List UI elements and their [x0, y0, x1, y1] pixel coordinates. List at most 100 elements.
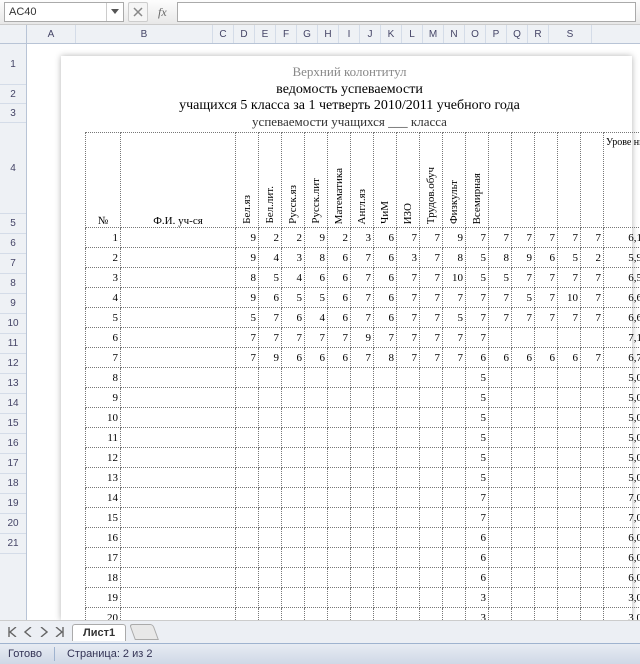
cell-grade[interactable]	[443, 528, 466, 548]
cell-grade[interactable]	[512, 448, 535, 468]
cell-grade[interactable]	[397, 528, 420, 548]
cell-grade[interactable]	[581, 488, 604, 508]
cell-grade[interactable]	[236, 428, 259, 448]
cell-grade[interactable]	[397, 568, 420, 588]
cell-grade[interactable]: 7	[489, 308, 512, 328]
cell-grade[interactable]: 6	[535, 348, 558, 368]
cell-grade[interactable]: 5	[259, 268, 282, 288]
cell-level[interactable]: 6,7	[604, 348, 640, 368]
cell-grade[interactable]: 2	[581, 248, 604, 268]
cell-grade[interactable]	[512, 408, 535, 428]
cell-grade[interactable]: 9	[443, 228, 466, 248]
row-header[interactable]: 6	[0, 234, 26, 254]
cell-name[interactable]	[121, 468, 236, 488]
cell-grade[interactable]	[351, 468, 374, 488]
cell-grade[interactable]	[443, 588, 466, 608]
cell-grade[interactable]	[512, 528, 535, 548]
tab-last-icon[interactable]	[52, 624, 68, 640]
row-header[interactable]: 15	[0, 414, 26, 434]
col-header[interactable]: M	[423, 25, 444, 43]
cell-grade[interactable]	[420, 548, 443, 568]
cell-grade[interactable]	[305, 528, 328, 548]
cell-grade[interactable]: 6	[328, 348, 351, 368]
row-header[interactable]: 17	[0, 454, 26, 474]
cell-grade[interactable]: 6	[466, 568, 489, 588]
cell-grade[interactable]	[236, 388, 259, 408]
cell-grade[interactable]	[535, 328, 558, 348]
cell-grade[interactable]	[374, 528, 397, 548]
cell-grade[interactable]	[305, 568, 328, 588]
cell-grade[interactable]: 6	[282, 348, 305, 368]
cell-grade[interactable]	[558, 468, 581, 488]
cell-grade[interactable]	[282, 368, 305, 388]
cell-grade[interactable]: 3	[466, 588, 489, 608]
cell-grade[interactable]: 7	[420, 288, 443, 308]
row-header[interactable]: 11	[0, 334, 26, 354]
cell-grade[interactable]	[512, 608, 535, 621]
cell-grade[interactable]	[259, 388, 282, 408]
cell-grade[interactable]	[581, 608, 604, 621]
cell-grade[interactable]: 6	[466, 528, 489, 548]
cell-grade[interactable]: 7	[466, 228, 489, 248]
cell-grade[interactable]: 7	[558, 268, 581, 288]
cell-level[interactable]: 6,6	[604, 308, 640, 328]
cell-grade[interactable]	[581, 588, 604, 608]
cell-grade[interactable]: 7	[420, 268, 443, 288]
cell-grade[interactable]	[374, 548, 397, 568]
cell-grade[interactable]: 6	[328, 308, 351, 328]
cell-grade[interactable]: 9	[236, 228, 259, 248]
cell-grade[interactable]	[259, 608, 282, 621]
cell-grade[interactable]: 9	[236, 288, 259, 308]
cell-grade[interactable]: 5	[466, 368, 489, 388]
cell-grade[interactable]	[374, 368, 397, 388]
col-header[interactable]: H	[318, 25, 339, 43]
cell-grade[interactable]: 10	[558, 288, 581, 308]
cell-grade[interactable]: 7	[259, 328, 282, 348]
cell-grade[interactable]: 7	[443, 288, 466, 308]
cell-grade[interactable]	[259, 528, 282, 548]
cell-grade[interactable]: 6	[328, 248, 351, 268]
cell-grade[interactable]	[259, 468, 282, 488]
cell-grade[interactable]	[328, 548, 351, 568]
grid-body[interactable]: Верхний колонтитул ведомость успеваемост…	[27, 44, 640, 620]
cell-grade[interactable]	[374, 508, 397, 528]
cell-grade[interactable]	[535, 568, 558, 588]
cell-name[interactable]	[121, 308, 236, 328]
cell-grade[interactable]: 9	[305, 228, 328, 248]
row-header[interactable]: 9	[0, 294, 26, 314]
cell-grade[interactable]	[489, 588, 512, 608]
cell-grade[interactable]	[512, 488, 535, 508]
cell-grade[interactable]	[305, 368, 328, 388]
cell-grade[interactable]	[397, 468, 420, 488]
col-header[interactable]: I	[339, 25, 360, 43]
cell-grade[interactable]: 5	[466, 388, 489, 408]
row-header[interactable]: 13	[0, 374, 26, 394]
cell-level[interactable]: 5,0	[604, 468, 640, 488]
cell-grade[interactable]	[420, 488, 443, 508]
cell-grade[interactable]	[535, 388, 558, 408]
cell-name[interactable]	[121, 248, 236, 268]
cell-grade[interactable]	[282, 488, 305, 508]
cell-grade[interactable]	[305, 608, 328, 621]
cell-name[interactable]	[121, 268, 236, 288]
cell-number[interactable]: 15	[86, 508, 121, 528]
cell-grade[interactable]: 3	[351, 228, 374, 248]
cell-number[interactable]: 13	[86, 468, 121, 488]
cell-grade[interactable]: 6	[305, 268, 328, 288]
cell-grade[interactable]	[328, 428, 351, 448]
cell-grade[interactable]: 7	[397, 288, 420, 308]
cell-grade[interactable]: 7	[466, 308, 489, 328]
cell-grade[interactable]: 6	[282, 308, 305, 328]
col-header[interactable]: L	[402, 25, 423, 43]
cell-name[interactable]	[121, 508, 236, 528]
cell-level[interactable]: 3,0	[604, 608, 640, 621]
cell-grade[interactable]	[489, 368, 512, 388]
cell-grade[interactable]	[489, 528, 512, 548]
tab-prev-icon[interactable]	[20, 624, 36, 640]
cell-grade[interactable]	[581, 548, 604, 568]
cell-grade[interactable]: 6	[328, 288, 351, 308]
cell-grade[interactable]	[420, 368, 443, 388]
cell-grade[interactable]: 7	[558, 228, 581, 248]
cell-grade[interactable]	[236, 528, 259, 548]
cell-grade[interactable]: 7	[535, 308, 558, 328]
